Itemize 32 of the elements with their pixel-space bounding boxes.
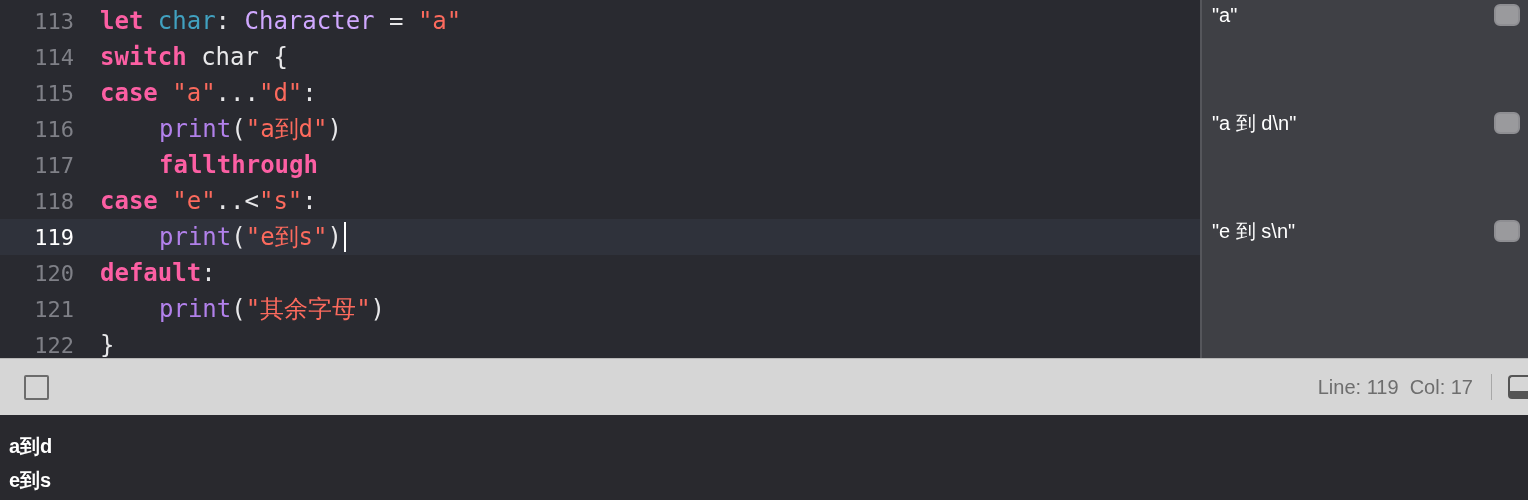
quick-look-icon[interactable] xyxy=(1494,4,1520,26)
checkbox-icon[interactable] xyxy=(24,374,49,400)
panel-toggle-icon[interactable] xyxy=(1508,375,1528,399)
line-number: 122 xyxy=(33,331,74,358)
code-text: let char: Character = "a" xyxy=(100,6,462,37)
code-text: print("e到s") xyxy=(159,222,342,253)
code-text: print("其余字母") xyxy=(159,294,386,325)
line-number: 119 xyxy=(33,223,74,252)
line-number: 114 xyxy=(33,43,74,72)
line-number: 117 xyxy=(33,151,74,180)
result-value: "a" xyxy=(1212,3,1238,28)
code-text: } xyxy=(100,330,115,358)
code-text: case "a"..."d": xyxy=(100,78,317,109)
quick-look-icon[interactable] xyxy=(1494,220,1520,242)
code-text: print("a到d") xyxy=(159,114,342,145)
line-number: 121 xyxy=(33,295,74,324)
line-number: 113 xyxy=(33,7,74,36)
result-value: "e 到 s\n" xyxy=(1212,219,1296,244)
line-number: 115 xyxy=(33,79,74,108)
cursor-position: Line: 119 Col: 17 xyxy=(1317,375,1473,400)
quick-look-icon[interactable] xyxy=(1494,112,1520,134)
console-line: e到s xyxy=(9,468,53,493)
code-text: default: xyxy=(100,258,216,289)
line-number: 118 xyxy=(33,187,74,216)
line-number: 116 xyxy=(33,115,74,144)
console-line: a到d xyxy=(9,434,54,459)
text-cursor xyxy=(343,222,346,252)
code-text: switch char { xyxy=(100,42,288,73)
code-text: case "e"..<"s": xyxy=(100,186,317,217)
result-value: "a 到 d\n" xyxy=(1212,111,1297,136)
code-text: fallthrough xyxy=(159,150,318,181)
line-number: 120 xyxy=(33,259,74,288)
